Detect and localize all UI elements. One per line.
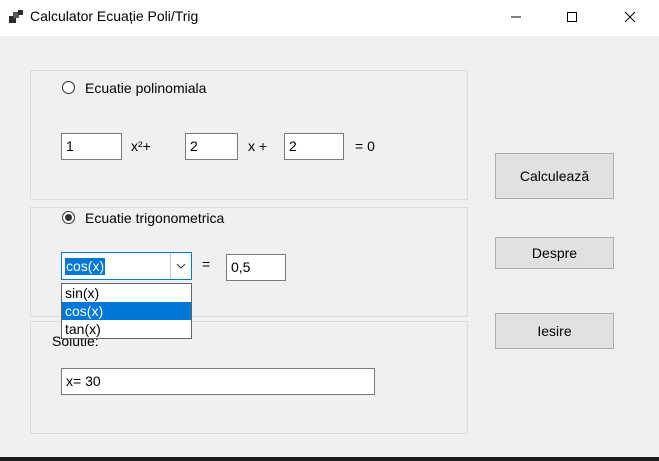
chevron-down-icon [176,263,186,269]
exit-button[interactable]: Iesire [495,313,614,349]
trig-function-dropdown-list: sin(x) cos(x) tan(x) [61,283,192,339]
trig-equals-label: = [202,256,211,272]
trig-function-combobox[interactable]: cos(x) [61,252,192,280]
dropdown-option-tan[interactable]: tan(x) [62,320,191,338]
equals-zero-label: = 0 [355,138,375,154]
coef-a-input[interactable]: 1 [61,133,122,160]
close-icon [624,11,636,23]
calculate-button[interactable]: Calculează [495,153,614,199]
minimize-icon [511,16,521,18]
maximize-icon [567,12,577,22]
calculate-button-label: Calculează [519,168,590,184]
trigonometric-radio-label[interactable]: Ecuatie trigonometrica [85,210,224,226]
window-title: Calculator Ecuație Poli/Trig [30,8,199,24]
x-squared-label: x²+ [131,138,151,154]
x-label: x + [248,138,268,154]
app-icon [9,10,23,23]
polynomial-radio[interactable] [62,81,75,94]
dropdown-option-sin[interactable]: sin(x) [62,284,191,302]
solution-output[interactable]: x= 30 [61,368,375,395]
polynomial-radio-label[interactable]: Ecuatie polinomiala [85,80,206,96]
radio-selected-dot [65,214,72,221]
close-button[interactable] [601,0,659,34]
combobox-selected-text: cos(x) [65,258,106,275]
combobox-dropdown-button[interactable] [170,253,191,279]
trigonometric-radio[interactable] [62,211,75,224]
about-button-label: Despre [531,245,578,261]
window-bottom-edge [0,457,659,461]
dropdown-option-cos[interactable]: cos(x) [62,302,191,320]
title-bar: Calculator Ecuație Poli/Trig [0,0,659,36]
trig-value-input[interactable]: 0,5 [226,254,286,281]
minimize-button[interactable] [487,0,545,34]
maximize-button[interactable] [543,0,601,34]
about-button[interactable]: Despre [495,237,614,269]
coef-c-input[interactable]: 2 [284,133,344,160]
exit-button-label: Iesire [537,323,572,339]
coef-b-input[interactable]: 2 [185,133,238,160]
